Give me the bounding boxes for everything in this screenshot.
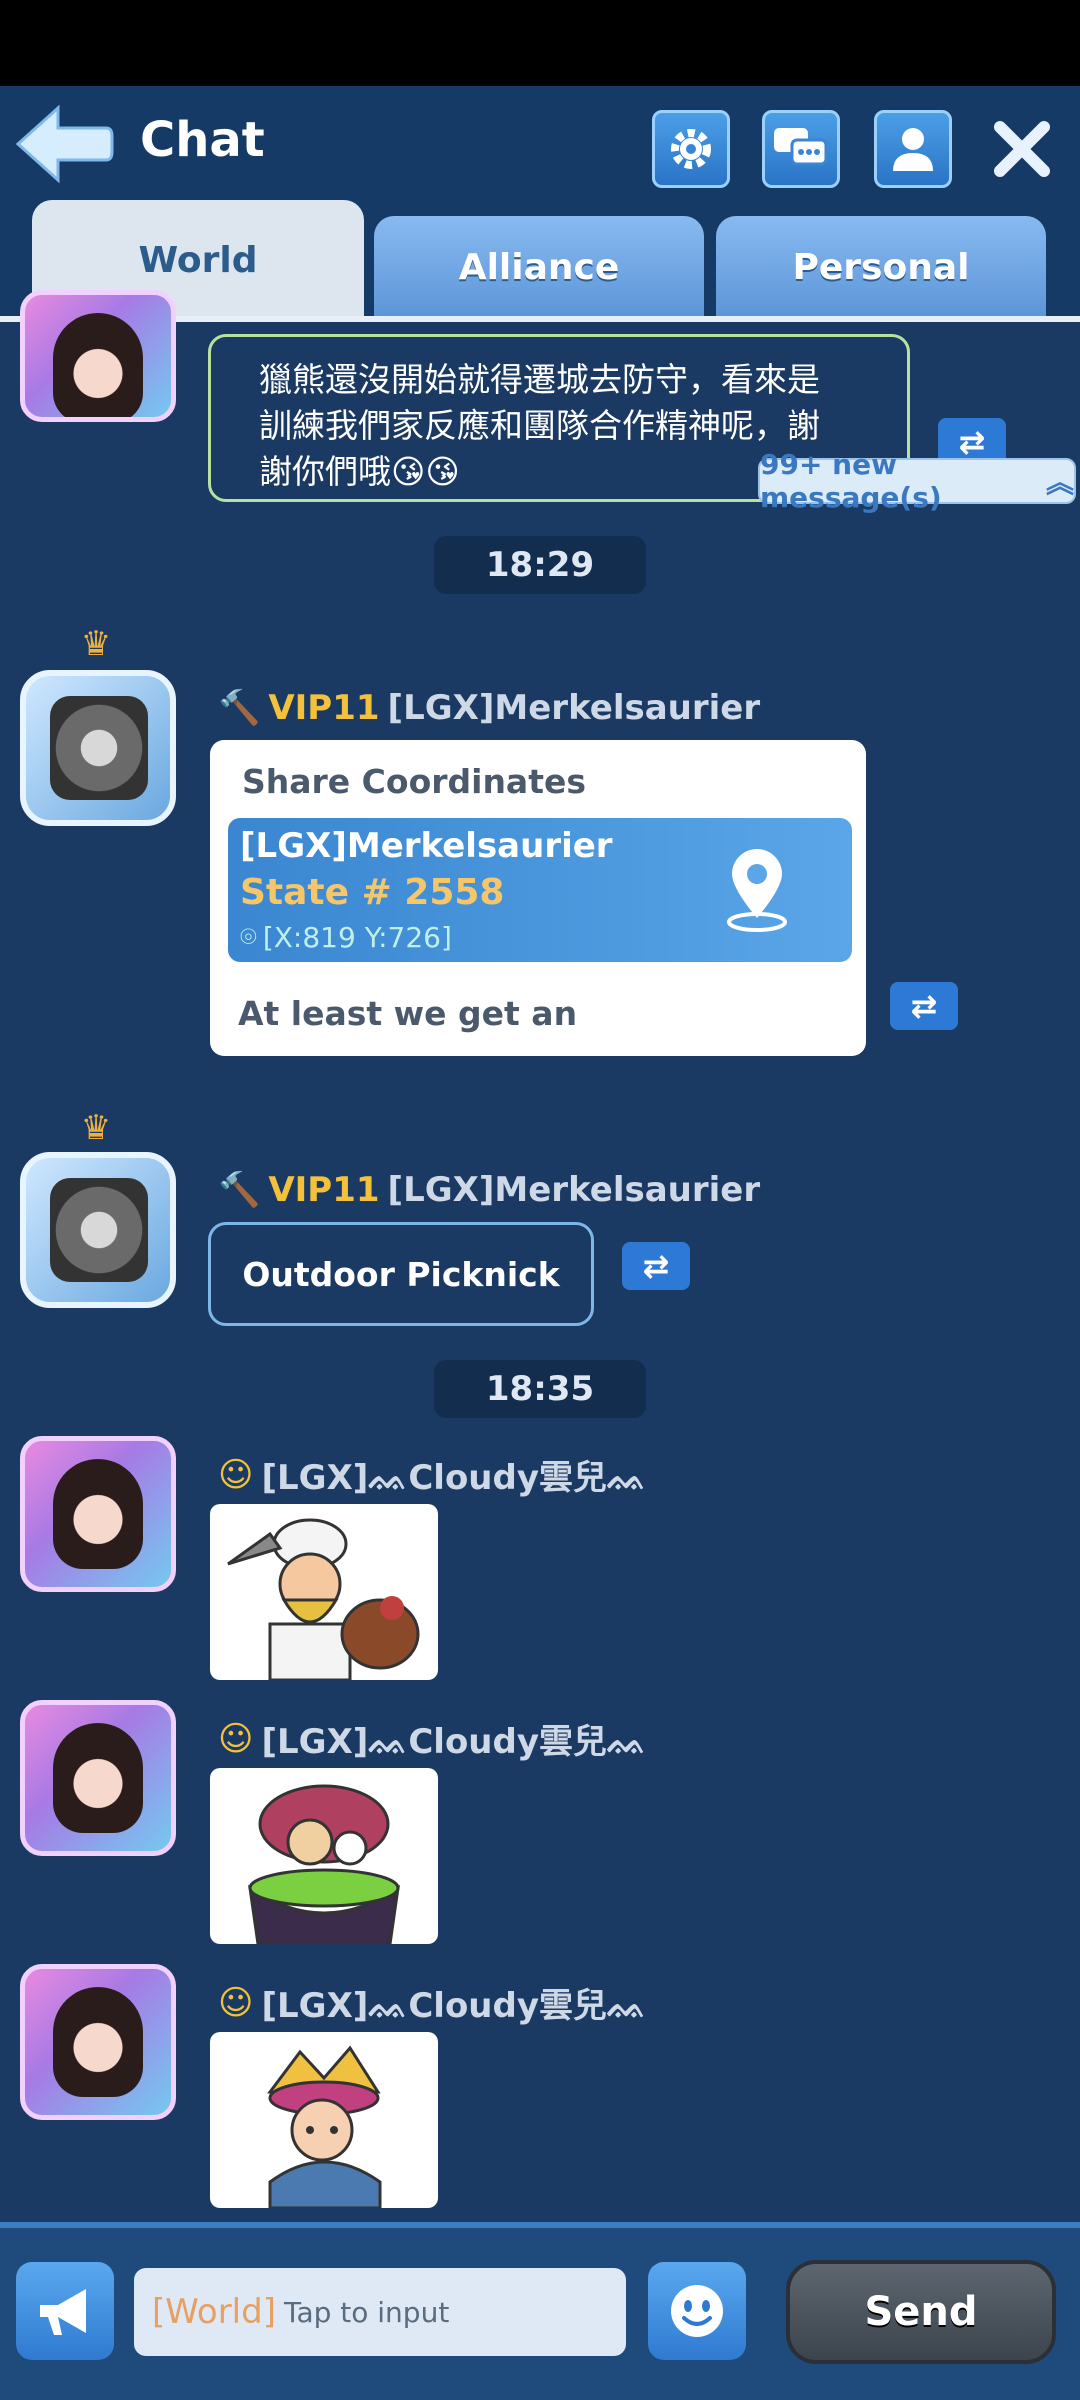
- translate-button[interactable]: ⇄: [890, 982, 958, 1030]
- sticker-chef[interactable]: [210, 1504, 438, 1680]
- sender-name-label: [LGX]ᨐCloudy雲兒ᨐ: [261, 1722, 648, 1762]
- close-button[interactable]: [990, 114, 1054, 184]
- send-button[interactable]: Send: [786, 2260, 1056, 2364]
- location-pin-icon: ⌾: [240, 920, 257, 953]
- avatar[interactable]: [20, 670, 176, 826]
- frame-ornament-icon: ♛: [80, 1108, 112, 1148]
- sticker-cauldron[interactable]: [210, 1768, 438, 1944]
- map-pin-icon: [727, 849, 787, 932]
- back-arrow-icon: [15, 104, 114, 184]
- gear-icon: [671, 129, 711, 169]
- sender-name-label: [LGX]Merkelsaurier: [387, 1170, 761, 1210]
- message-text: At least we get an: [238, 994, 578, 1033]
- avatar[interactable]: [20, 1964, 176, 2120]
- vip-level: VIP11: [268, 688, 380, 728]
- avatar[interactable]: [20, 1152, 176, 1308]
- frame-ornament-icon: ♛: [80, 624, 112, 664]
- back-button[interactable]: [14, 104, 114, 184]
- settings-button[interactable]: [652, 110, 730, 188]
- new-messages-label: 99+ new message(s): [760, 448, 942, 514]
- message-line: 訓練我們家反應和團隊合作精神呢，謝: [259, 406, 820, 445]
- crying-girl-sticker-image: [267, 2045, 382, 2208]
- swap-icon: ⇄: [910, 987, 938, 1025]
- broadcast-button[interactable]: [16, 2262, 114, 2360]
- message-line: 獵熊還沒開始就得遷城去防守，看來是: [259, 360, 820, 399]
- card-title: Share Coordinates: [242, 762, 587, 801]
- tab-personal[interactable]: Personal: [716, 216, 1046, 318]
- channel-tag: [World]: [152, 2292, 276, 2332]
- emoji-face-icon: ☺: [218, 1718, 254, 1759]
- tab-alliance[interactable]: Alliance: [374, 216, 704, 318]
- smiley-icon: [671, 2285, 723, 2337]
- sender-name-label: [LGX]ᨐCloudy雲兒ᨐ: [261, 1458, 648, 1498]
- new-messages-indicator[interactable]: 99+ new message(s) ︽: [758, 448, 1076, 514]
- page-title: Chat: [140, 112, 265, 168]
- avatar[interactable]: [20, 290, 176, 422]
- coordinates-card[interactable]: [LGX]Merkelsaurier State # 2558 ⌾ [X:819…: [228, 818, 852, 962]
- message-bubble: Outdoor Picknick: [208, 1222, 594, 1326]
- chat-bubbles-icon: [774, 128, 828, 166]
- emoji-face-icon: ☺: [218, 1454, 254, 1495]
- megaphone-icon: [40, 2289, 86, 2335]
- swap-icon: ⇄: [642, 1247, 670, 1285]
- timestamp: 18:35: [434, 1360, 646, 1418]
- person-icon: [893, 128, 933, 171]
- avatar[interactable]: [20, 1436, 176, 1592]
- chat-list-button[interactable]: [762, 110, 840, 188]
- coord-player-name: [LGX]Merkelsaurier: [240, 826, 613, 866]
- sender-name-label: [LGX]Merkelsaurier: [387, 688, 761, 728]
- input-placeholder: Tap to input: [283, 2295, 450, 2329]
- sender-name-label: [LGX]ᨐCloudy雲兒ᨐ: [261, 1986, 648, 2026]
- vip-hammer-icon: 🔨: [218, 688, 261, 728]
- avatar[interactable]: [20, 1700, 176, 1856]
- translate-button[interactable]: ⇄: [622, 1242, 690, 1290]
- cauldron-sticker-image: [248, 1784, 400, 1944]
- coord-state: State # 2558: [240, 872, 505, 913]
- sender-name[interactable]: 🔨 VIP11 [LGX]Merkelsaurier: [218, 1170, 760, 1210]
- message-text: Outdoor Picknick: [242, 1254, 560, 1294]
- vip-level: VIP11: [268, 1170, 380, 1210]
- chef-sticker-image: [227, 1518, 420, 1680]
- emoji-face-icon: ☺: [218, 1982, 254, 2023]
- sender-name[interactable]: ☺ [LGX]ᨐCloudy雲兒ᨐ: [218, 1714, 647, 1763]
- message-input[interactable]: [World] Tap to input: [134, 2268, 626, 2356]
- chevron-up-icon: ︽: [1045, 466, 1074, 499]
- status-bar: [0, 0, 1080, 86]
- profile-button[interactable]: [874, 110, 952, 188]
- timestamp: 18:29: [434, 536, 646, 594]
- vip-hammer-icon: 🔨: [218, 1170, 261, 1210]
- sender-name[interactable]: ☺ [LGX]ᨐCloudy雲兒ᨐ: [218, 1450, 647, 1499]
- emoji-button[interactable]: [648, 2262, 746, 2360]
- sticker-crying-girl[interactable]: [210, 2032, 438, 2208]
- sender-name[interactable]: ☺ [LGX]ᨐCloudy雲兒ᨐ: [218, 1978, 647, 2027]
- close-icon: [994, 121, 1050, 177]
- coord-values: [X:819 Y:726]: [262, 920, 452, 954]
- sender-name[interactable]: 🔨 VIP11 [LGX]Merkelsaurier: [218, 688, 760, 728]
